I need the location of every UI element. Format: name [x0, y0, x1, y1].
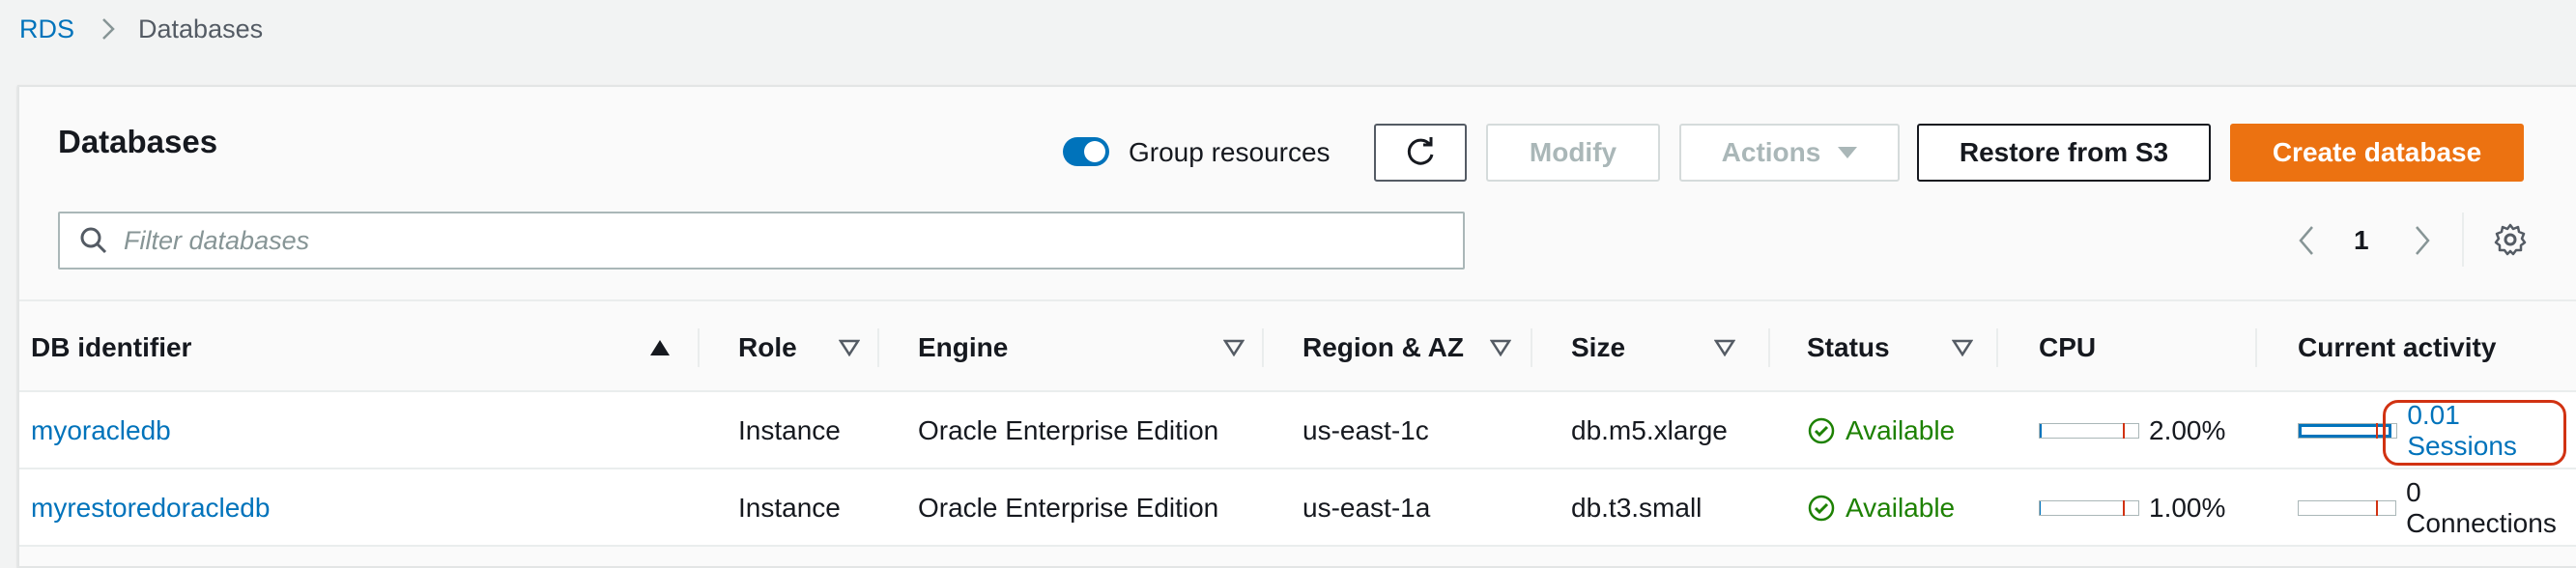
cpu-value: 2.00% [2149, 415, 2226, 445]
column-current-activity[interactable]: Current activity [2298, 301, 2568, 394]
actions-dropdown[interactable]: Actions [1679, 124, 1900, 182]
highlight-annotation [2383, 400, 2566, 466]
db-identifier-link[interactable]: myrestoredoracledb [31, 469, 270, 547]
column-label: Size [1571, 332, 1626, 362]
status-label: Available [1846, 415, 1956, 445]
column-role[interactable]: Role [738, 301, 873, 394]
status-cell: Available [1807, 392, 1955, 469]
cpu-usage-bar [2039, 500, 2139, 516]
size-cell: db.m5.xlarge [1571, 415, 1728, 445]
cpu-cell: 2.00% [2039, 392, 2225, 469]
filter-databases-field[interactable] [58, 212, 1465, 270]
column-label: Role [738, 332, 797, 362]
restore-from-s3-button[interactable]: Restore from S3 [1917, 124, 2211, 182]
column-label: Current activity [2298, 332, 2497, 362]
table-header: DB identifier Role Engine Region & AZ Si… [19, 299, 2576, 392]
gear-icon[interactable] [2493, 222, 2528, 257]
status-available-icon [1808, 495, 1835, 522]
activity-value: 0 Connections [2406, 477, 2557, 538]
breadcrumb-current: Databases [138, 14, 264, 43]
table-row: myoracledb Instance Oracle Enterprise Edit… [19, 392, 2576, 469]
cpu-cell: 1.00% [2039, 469, 2225, 547]
role-cell: Instance [738, 493, 841, 523]
filter-databases-input[interactable] [124, 225, 1380, 256]
column-label: Region & AZ [1302, 332, 1464, 362]
activity-cell: 0 Connections [2298, 469, 2576, 547]
refresh-icon [1407, 137, 1434, 165]
role-cell: Instance [738, 415, 841, 445]
sort-icon [1714, 339, 1735, 356]
column-divider [1262, 328, 1264, 367]
next-page-icon[interactable] [2412, 224, 2433, 257]
cpu-usage-bar [2039, 423, 2139, 439]
size-cell: db.t3.small [1571, 493, 1703, 523]
sort-icon [1223, 339, 1245, 356]
column-divider [1531, 328, 1532, 367]
status-label: Available [1846, 493, 1956, 523]
column-divider [1768, 328, 1770, 367]
column-label: Status [1807, 332, 1890, 362]
actions-label: Actions [1721, 137, 1821, 167]
column-divider [2255, 328, 2257, 367]
column-divider [1996, 328, 1998, 367]
status-available-icon [1808, 417, 1835, 444]
sort-icon [1952, 339, 1973, 356]
pagination-divider [2462, 213, 2464, 267]
region-cell: us-east-1a [1302, 493, 1431, 523]
databases-table: DB identifier Role Engine Region & AZ Si… [19, 299, 2576, 547]
sort-ascending-icon [650, 340, 670, 355]
status-cell: Available [1807, 469, 1955, 547]
caret-down-icon [1838, 147, 1858, 158]
column-divider [877, 328, 879, 367]
db-identifier-link[interactable]: myoracledb [31, 392, 171, 469]
sort-icon [1490, 339, 1511, 356]
breadcrumb-rds-link[interactable]: RDS [19, 14, 74, 44]
column-label: CPU [2039, 332, 2097, 362]
column-cpu[interactable]: CPU [2039, 301, 2232, 394]
group-resources-toggle[interactable] [1063, 137, 1109, 166]
column-label: DB identifier [31, 332, 192, 362]
table-row: myrestoredoracledb Instance Oracle Enterpr… [19, 469, 2576, 547]
breadcrumb: RDS Databases [19, 10, 263, 48]
previous-page-icon[interactable] [2296, 224, 2317, 257]
group-resources-label: Group resources [1129, 137, 1331, 167]
activity-bar [2298, 500, 2397, 516]
current-page-number[interactable]: 1 [2354, 224, 2369, 257]
region-cell: us-east-1c [1302, 415, 1429, 445]
column-region-az[interactable]: Region & AZ [1302, 301, 1534, 394]
page-title: Databases [58, 124, 218, 159]
column-status[interactable]: Status [1807, 301, 2000, 394]
engine-cell: Oracle Enterprise Edition [918, 415, 1219, 445]
column-size[interactable]: Size [1571, 301, 1764, 394]
column-engine[interactable]: Engine [918, 301, 1266, 394]
modify-button[interactable]: Modify [1486, 124, 1660, 182]
search-icon [80, 227, 107, 254]
refresh-button[interactable] [1374, 124, 1467, 182]
engine-cell: Oracle Enterprise Edition [918, 493, 1219, 523]
cpu-value: 1.00% [2149, 493, 2226, 523]
column-db-identifier[interactable]: DB identifier [31, 301, 698, 394]
column-divider [698, 328, 700, 367]
column-label: Engine [918, 332, 1009, 362]
sort-icon [839, 339, 860, 356]
create-database-button[interactable]: Create database [2230, 124, 2524, 182]
chevron-right-icon [102, 18, 115, 40]
